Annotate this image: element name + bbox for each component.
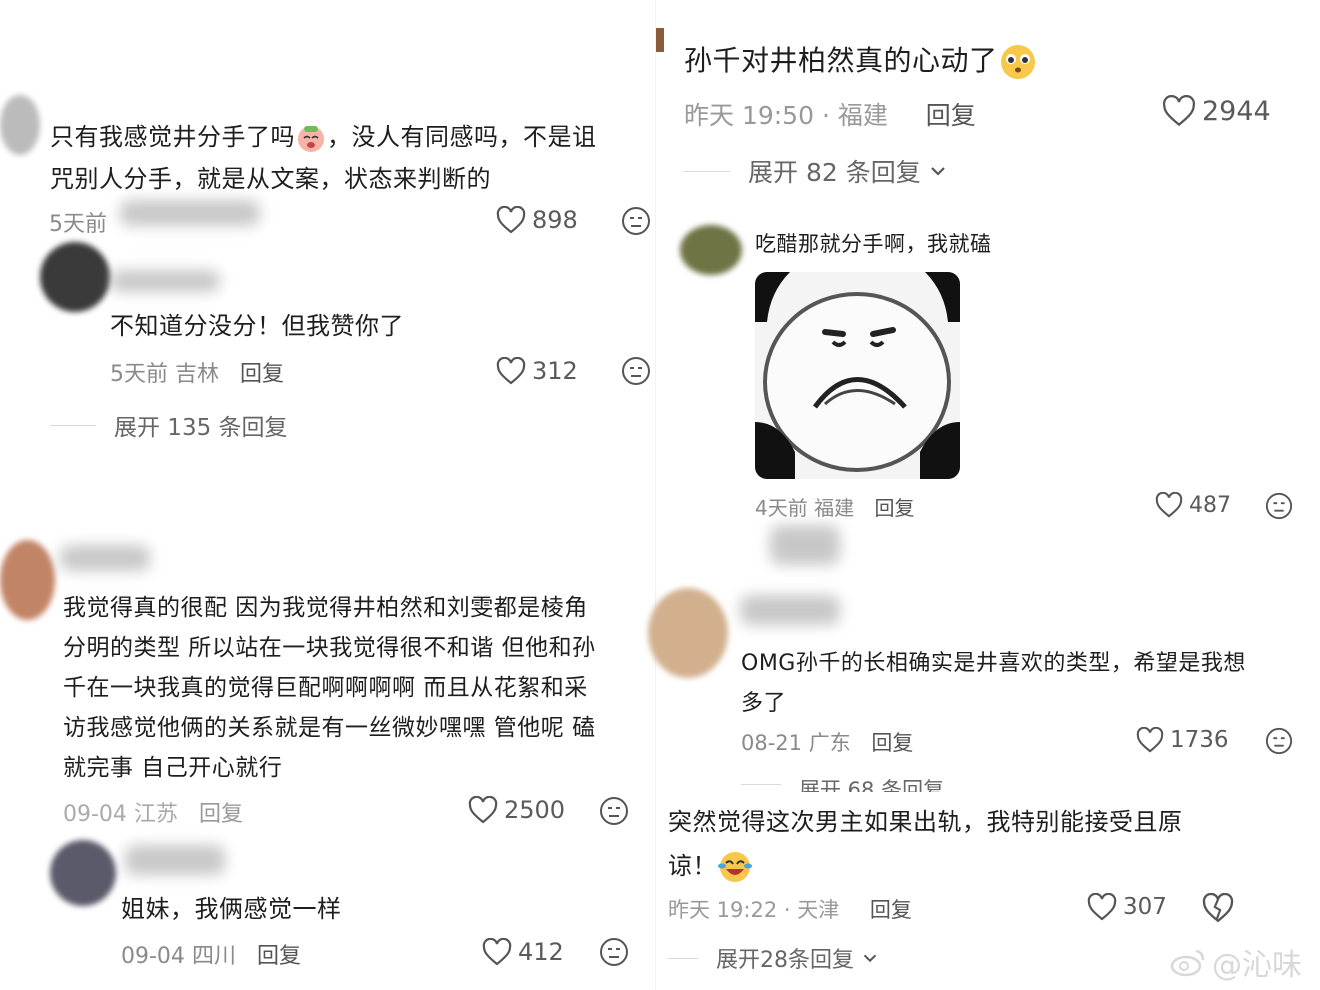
comment-text: 我觉得真的很配 因为我觉得井柏然和刘雯都是棱角 分明的类型 所以站在一块我觉得很… — [63, 595, 596, 781]
neutral-face-icon — [622, 207, 650, 235]
comment-text: 突然觉得这次男主如果出轨，我特别能接受且原 谅！ — [668, 800, 1268, 888]
comment-text: 不知道分没分！但我赞你了 — [110, 312, 404, 340]
reply-button[interactable]: 回复 — [926, 101, 976, 130]
chevron-down-icon — [863, 954, 877, 963]
like-button[interactable]: 307 — [1087, 893, 1167, 921]
expand-replies-button[interactable]: 展开 135 条回复 — [50, 408, 288, 442]
like-count: 898 — [532, 206, 578, 234]
reply-button[interactable]: 回复 — [240, 362, 284, 387]
expand-replies-button[interactable]: 展开28条回复 — [668, 942, 880, 974]
weibo-logo-icon — [1170, 949, 1205, 977]
broken-heart-button[interactable] — [1202, 892, 1234, 927]
crying-face-emoji-icon — [298, 126, 324, 152]
neutral-face-icon — [600, 938, 628, 966]
dislike-button[interactable] — [621, 206, 651, 240]
dislike-button[interactable] — [621, 356, 651, 390]
like-button[interactable]: 898 — [496, 206, 578, 234]
redacted-username — [60, 545, 150, 571]
avatar[interactable] — [0, 540, 55, 620]
comment-meta: 5天前 — [49, 212, 107, 237]
chevron-down-icon — [930, 167, 945, 176]
like-count: 2500 — [504, 796, 566, 824]
heart-icon — [496, 357, 526, 385]
redacted-username — [110, 270, 220, 292]
redacted-location — [120, 200, 260, 226]
divider — [50, 424, 96, 426]
comment-meta: 08-21 广东 回复 — [741, 731, 914, 755]
like-button[interactable]: 312 — [496, 357, 578, 385]
comment-text: 孙千对井柏然真的心动了 — [684, 40, 1038, 82]
pleading-face-emoji-icon — [1000, 45, 1035, 79]
heart-icon — [1155, 492, 1183, 518]
comment-text: 吃醋那就分手啊，我就磕 — [755, 232, 992, 256]
comment-text: OMG孙千的长相确实是井喜欢的类型，希望是我想 多了 — [741, 651, 1246, 716]
heart-icon — [1136, 727, 1164, 753]
avatar[interactable] — [50, 840, 116, 906]
comment-text: 只有我感觉井分手了吗 ，没人有同感吗，不是诅 咒别人分手，就是从文案，状态来判断的 — [50, 123, 597, 193]
divider — [684, 170, 730, 172]
avatar[interactable] — [0, 95, 40, 155]
redacted-username — [740, 595, 840, 625]
avatar[interactable] — [680, 225, 742, 275]
heart-icon — [1087, 893, 1117, 921]
column-divider — [655, 0, 656, 990]
heart-icon — [468, 796, 498, 824]
panda-meme-image[interactable] — [755, 272, 960, 479]
like-count: 487 — [1189, 492, 1231, 518]
heart-icon — [1162, 95, 1196, 127]
like-count: 312 — [532, 357, 578, 385]
panda-face-icon — [755, 272, 960, 479]
avatar[interactable] — [656, 28, 664, 52]
redacted-content — [770, 525, 840, 565]
like-button[interactable]: 412 — [482, 938, 564, 966]
like-count: 1736 — [1170, 727, 1229, 753]
comment-text: 姐妹，我俩感觉一样 — [121, 895, 342, 923]
reply-button[interactable]: 回复 — [871, 731, 913, 755]
neutral-face-icon — [1265, 727, 1293, 755]
like-button[interactable]: 2500 — [468, 796, 565, 824]
avatar[interactable] — [648, 588, 728, 678]
dislike-button[interactable] — [1265, 727, 1293, 759]
broken-heart-icon — [1202, 892, 1234, 923]
dislike-button[interactable] — [1265, 492, 1293, 524]
laughing-crying-emoji-icon — [718, 852, 752, 882]
like-button[interactable]: 1736 — [1136, 727, 1229, 753]
reply-button[interactable]: 回复 — [874, 496, 914, 520]
reply-button[interactable]: 回复 — [199, 802, 243, 827]
neutral-face-icon — [622, 357, 650, 385]
comment-meta: 09-04 四川 回复 — [121, 944, 301, 969]
avatar[interactable] — [40, 242, 110, 312]
comment-meta: 昨天 19:50 · 福建 回复 — [684, 101, 976, 130]
comment-meta: 4天前 福建 回复 — [755, 496, 915, 520]
comment-meta: 5天前 吉林 回复 — [110, 362, 285, 387]
comment-meta: 昨天 19:22 · 天津 回复 — [668, 898, 912, 922]
dislike-button[interactable] — [599, 796, 629, 830]
watermark: @沁味 — [1170, 940, 1302, 984]
divider — [668, 957, 698, 959]
like-count: 2944 — [1202, 95, 1271, 127]
reply-button[interactable]: 回复 — [870, 898, 912, 922]
divider — [741, 784, 781, 785]
expand-replies-button[interactable]: 展开 68 条回复 — [741, 774, 944, 792]
like-count: 412 — [518, 938, 564, 966]
dislike-button[interactable] — [599, 937, 629, 971]
like-button[interactable]: 2944 — [1162, 95, 1271, 127]
like-button[interactable]: 487 — [1155, 492, 1231, 518]
expand-replies-button[interactable]: 展开 82 条回复 — [684, 153, 949, 189]
neutral-face-icon — [600, 797, 628, 825]
heart-icon — [482, 938, 512, 966]
comment-meta: 09-04 江苏 回复 — [63, 802, 243, 827]
neutral-face-icon — [1265, 492, 1293, 520]
redacted-username — [125, 845, 225, 875]
reply-button[interactable]: 回复 — [257, 944, 301, 969]
like-count: 307 — [1123, 894, 1167, 920]
heart-icon — [496, 206, 526, 234]
